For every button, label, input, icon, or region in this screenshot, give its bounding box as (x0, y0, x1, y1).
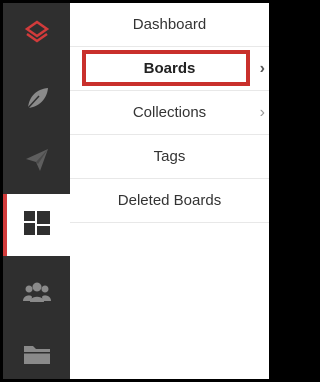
logo-icon (24, 19, 50, 50)
icon-rail (3, 3, 70, 379)
rail-item-leaf[interactable] (3, 69, 70, 131)
rail-item-home[interactable] (3, 3, 70, 65)
rail-item-dashboard[interactable] (3, 194, 70, 256)
paper-plane-icon (23, 146, 51, 179)
menu-item-deleted-boards[interactable]: Deleted Boards (70, 179, 269, 223)
highlight-box (82, 50, 250, 86)
leaf-icon (23, 84, 51, 117)
dashboard-grid-icon (23, 210, 50, 240)
menu-item-boards[interactable]: Boards › (70, 47, 269, 91)
rail-item-send[interactable] (3, 131, 70, 193)
menu-item-collections[interactable]: Collections › (70, 91, 269, 135)
menu-item-tags[interactable]: Tags (70, 135, 269, 179)
chevron-right-icon: › (259, 59, 265, 77)
rail-item-files[interactable] (3, 325, 70, 379)
menu-item-label: Deleted Boards (117, 192, 222, 209)
folder-icon (23, 343, 51, 370)
chevron-right-icon: › (259, 103, 265, 121)
menu-item-dashboard[interactable]: Dashboard (70, 3, 269, 47)
menu-item-label: Tags (153, 148, 186, 165)
menu-item-label: Collections (132, 104, 207, 121)
submenu-panel: Dashboard Boards › Collections › Tags De… (70, 3, 269, 379)
menu-item-label: Dashboard (132, 16, 207, 33)
app-frame: Dashboard Boards › Collections › Tags De… (3, 3, 269, 379)
users-group-icon (22, 281, 51, 308)
rail-item-team[interactable] (3, 263, 70, 325)
